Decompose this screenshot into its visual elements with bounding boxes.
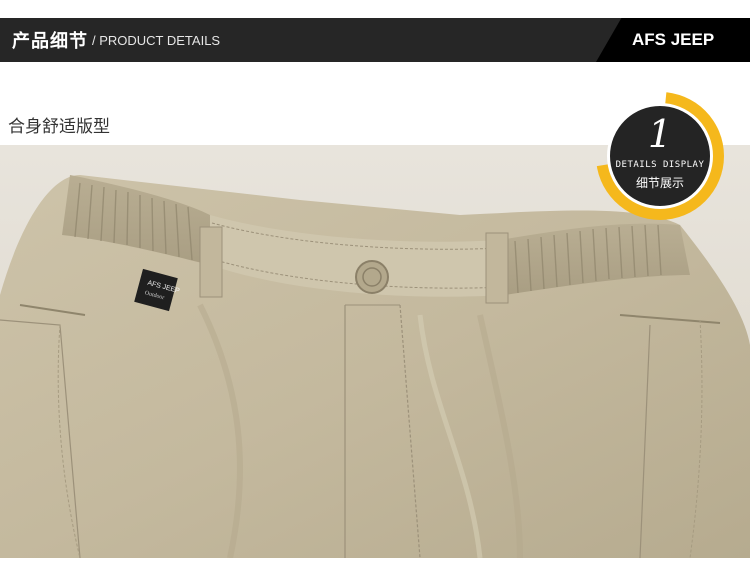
badge-label-cn: 细节展示: [635, 176, 684, 190]
section-label: 合身舒适版型: [8, 117, 110, 137]
details-badge: 1 DETAILS DISPLAY 细节展示: [607, 103, 713, 209]
brand-logo: AFS JEEP: [632, 30, 715, 49]
header-title-cn: 产品细节: [12, 31, 88, 52]
header-title-en: / PRODUCT DETAILS: [92, 32, 221, 48]
badge-number: 1: [647, 112, 673, 156]
header-bar: 产品细节 / PRODUCT DETAILS AFS JEEP: [0, 18, 750, 62]
badge-label-en: DETAILS DISPLAY: [615, 160, 705, 170]
header-title: 产品细节 / PRODUCT DETAILS: [12, 18, 220, 62]
